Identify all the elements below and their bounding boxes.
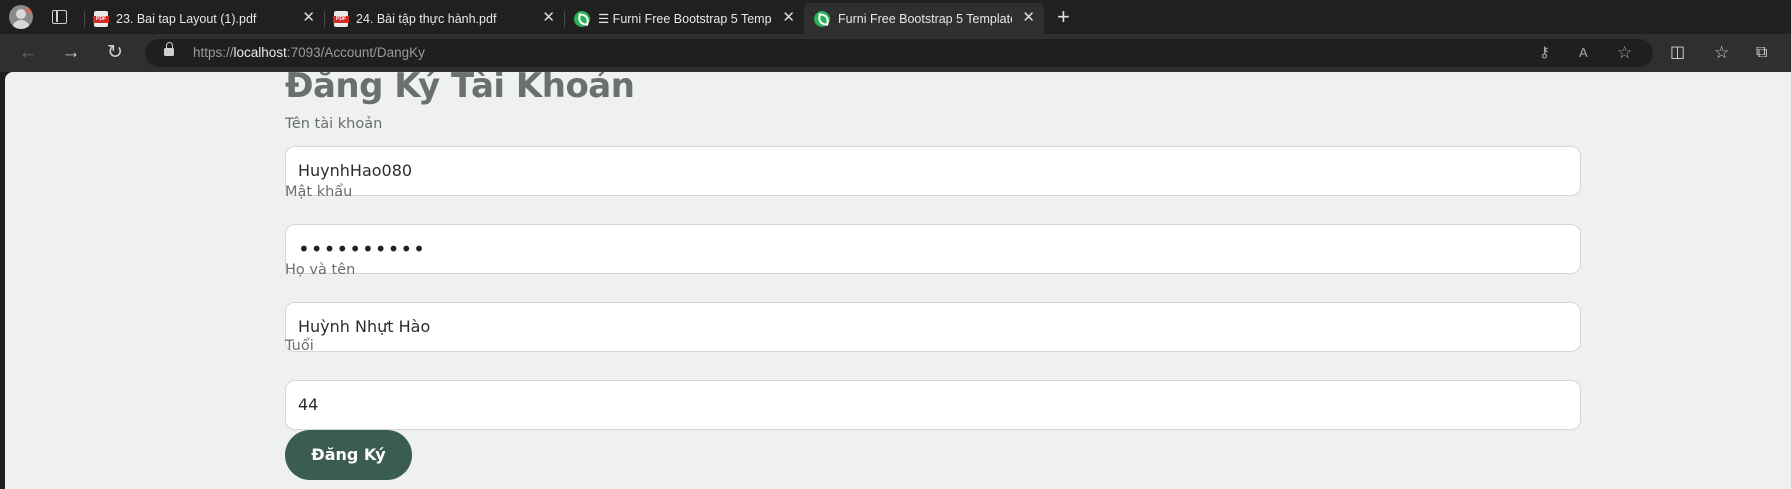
close-tab-icon[interactable]: ✕	[1022, 10, 1035, 26]
pdf-icon	[93, 10, 109, 27]
back-icon[interactable]: ←	[17, 42, 39, 64]
page-viewport: Đăng Ký Tài Khoản Tên tài khoản HuynhHao…	[5, 72, 1791, 489]
url-text[interactable]: https://localhost:7093/Account/DangKy	[193, 45, 425, 60]
tab-strip: 23. Bai tap Layout (1).pdf ✕ 24. Bài tập…	[0, 0, 1791, 34]
age-input[interactable]: 44	[285, 380, 1581, 430]
tab-pdf-layout[interactable]: 23. Bai tap Layout (1).pdf ✕	[84, 3, 324, 34]
register-submit-button[interactable]: Đăng Ký	[285, 430, 412, 480]
favorite-star-icon[interactable]: ☆	[1617, 42, 1632, 64]
reload-icon[interactable]: ↻	[104, 42, 126, 64]
age-label: Tuổi	[285, 338, 314, 354]
collections-icon[interactable]: ⧉	[1756, 42, 1767, 64]
furni-leaf-icon	[574, 10, 590, 27]
profile-avatar[interactable]	[9, 5, 33, 29]
tab-title: Furni Free Bootstrap 5 Template f	[838, 11, 1012, 26]
pdf-icon	[333, 10, 349, 27]
browser-toolbar: ← → ↻ https://localhost:7093/Account/Dan…	[0, 34, 1791, 72]
password-label: Mật khẩu	[285, 184, 353, 200]
tab-title: ☰ Furni Free Bootstrap 5 Template	[598, 12, 772, 26]
tab-furni-1[interactable]: ☰ Furni Free Bootstrap 5 Template ✕	[564, 3, 804, 34]
furni-leaf-icon	[814, 10, 830, 27]
tab-title: 24. Bài tập thực hành.pdf	[356, 11, 497, 26]
read-aloud-icon[interactable]: A	[1579, 42, 1588, 64]
favorites-icon[interactable]: ☆	[1714, 42, 1729, 64]
fullname-input[interactable]: Huỳnh Nhựt Hào	[285, 302, 1581, 352]
tab-pdf-practice[interactable]: 24. Bài tập thực hành.pdf ✕	[324, 3, 564, 34]
fullname-label: Họ và tên	[285, 262, 356, 278]
username-label: Tên tài khoản	[285, 116, 383, 132]
new-tab-button[interactable]: +	[1057, 4, 1070, 30]
password-input[interactable]: ••••••••••	[285, 224, 1581, 274]
close-tab-icon[interactable]: ✕	[542, 10, 555, 26]
address-bar[interactable]: https://localhost:7093/Account/DangKy ⚷ …	[145, 39, 1653, 67]
page-title: Đăng Ký Tài Khoản	[285, 72, 635, 106]
notification-dot	[26, 6, 33, 13]
split-screen-icon[interactable]: ◫	[1670, 42, 1685, 64]
tab-actions-icon[interactable]	[52, 10, 67, 24]
close-tab-icon[interactable]: ✕	[302, 10, 315, 26]
lock-icon[interactable]	[164, 42, 174, 56]
username-input[interactable]: HuynhHao080	[285, 146, 1581, 196]
tab-title: 23. Bai tap Layout (1).pdf	[116, 11, 257, 26]
close-tab-icon[interactable]: ✕	[782, 10, 795, 26]
forward-icon[interactable]: →	[60, 42, 82, 64]
tab-furni-active[interactable]: Furni Free Bootstrap 5 Template f ✕	[804, 3, 1044, 34]
key-icon[interactable]: ⚷	[1539, 42, 1550, 64]
